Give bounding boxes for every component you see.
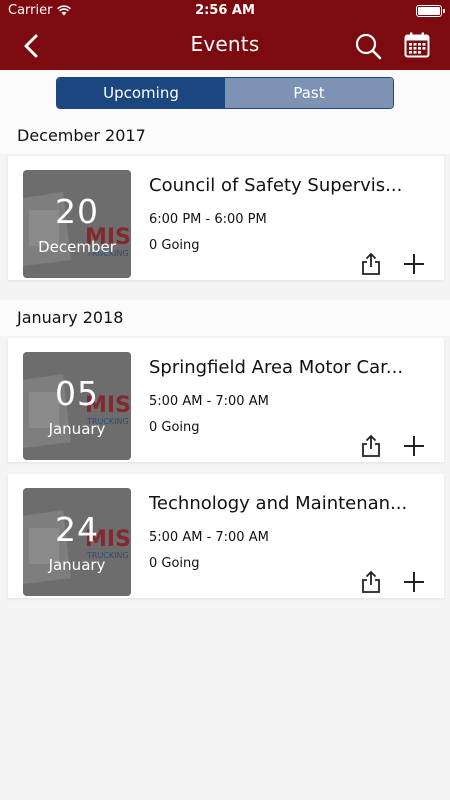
event-title[interactable]: Technology and Maintenan... bbox=[149, 493, 424, 514]
section-header-december-2017: December 2017 bbox=[0, 118, 450, 154]
tab-upcoming[interactable]: Upcoming bbox=[57, 78, 225, 108]
event-title[interactable]: Council of Safety Supervis... bbox=[149, 175, 424, 196]
event-month: December bbox=[38, 238, 116, 256]
event-month: January bbox=[48, 420, 106, 438]
event-day: 20 bbox=[55, 192, 99, 231]
calendar-icon[interactable] bbox=[403, 31, 431, 59]
event-going-count: 0 Going bbox=[149, 556, 200, 571]
event-thumbnail: MISSO TRUCKING A 05 January bbox=[23, 352, 131, 460]
event-time: 6:00 PM - 6:00 PM bbox=[149, 212, 267, 227]
segmented-control: Upcoming Past bbox=[56, 77, 394, 109]
share-icon[interactable] bbox=[360, 570, 382, 594]
share-icon[interactable] bbox=[360, 434, 382, 458]
status-bar: Carrier 2:56 AM bbox=[0, 0, 450, 22]
event-going-count: 0 Going bbox=[149, 420, 200, 435]
event-card[interactable]: MISSO TRUCKING A 24 January Technology a… bbox=[8, 474, 444, 598]
event-thumbnail: MISSO TRUCKING A 20 December bbox=[23, 170, 131, 278]
event-time: 5:00 AM - 7:00 AM bbox=[149, 530, 269, 545]
page-title: Events bbox=[190, 32, 260, 56]
event-month: January bbox=[48, 556, 106, 574]
plus-icon[interactable] bbox=[402, 252, 426, 276]
event-card[interactable]: MISSO TRUCKING A 20 December Council of … bbox=[8, 156, 444, 280]
segment-bar: Upcoming Past bbox=[0, 70, 450, 120]
event-title[interactable]: Springfield Area Motor Car... bbox=[149, 357, 424, 378]
status-time: 2:56 AM bbox=[195, 3, 255, 18]
app-header: Carrier 2:56 AM Events bbox=[0, 0, 450, 70]
event-day: 24 bbox=[55, 510, 99, 549]
share-icon[interactable] bbox=[360, 252, 382, 276]
section-header-january-2018: January 2018 bbox=[0, 300, 450, 336]
event-time: 5:00 AM - 7:00 AM bbox=[149, 394, 269, 409]
nav-bar: Events bbox=[0, 22, 450, 70]
search-icon[interactable] bbox=[354, 32, 382, 60]
plus-icon[interactable] bbox=[402, 434, 426, 458]
tab-past[interactable]: Past bbox=[225, 78, 393, 108]
event-day: 05 bbox=[55, 374, 99, 413]
event-card[interactable]: MISSO TRUCKING A 05 January Springfield … bbox=[8, 338, 444, 462]
plus-icon[interactable] bbox=[402, 570, 426, 594]
battery-icon bbox=[416, 5, 445, 17]
event-going-count: 0 Going bbox=[149, 238, 200, 253]
event-thumbnail: MISSO TRUCKING A 24 January bbox=[23, 488, 131, 596]
